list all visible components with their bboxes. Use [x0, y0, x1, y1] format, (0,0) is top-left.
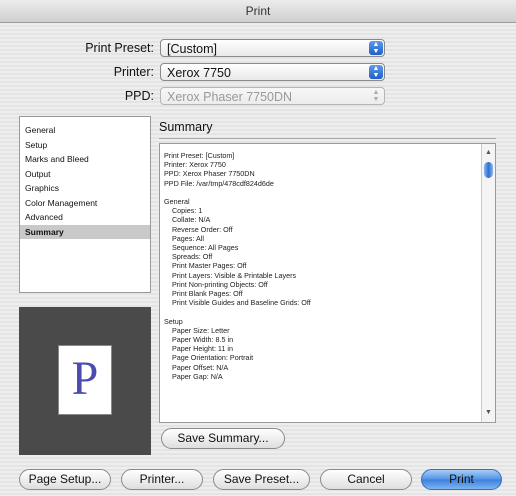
- ppd-value: Xerox Phaser 7750DN: [167, 90, 293, 104]
- category-list: General Setup Marks and Bleed Output Gra…: [19, 116, 151, 293]
- ppd-row: PPD:: [0, 86, 154, 106]
- summary-text-area[interactable]: Print Preset: [Custom] Printer: Xerox 77…: [159, 143, 496, 423]
- preview-letter: P: [71, 352, 99, 405]
- ppd-label: PPD:: [124, 89, 154, 103]
- page-setup-button[interactable]: Page Setup...: [19, 469, 111, 490]
- printer-row: Printer:: [0, 62, 154, 82]
- sidebar-item-summary[interactable]: Summary: [20, 224, 150, 239]
- panel-heading: Summary: [159, 120, 213, 134]
- sidebar-item-color-management[interactable]: Color Management: [20, 196, 150, 211]
- cancel-button[interactable]: Cancel: [320, 469, 412, 490]
- save-summary-button[interactable]: Save Summary...: [161, 428, 285, 449]
- printer-label: Printer:: [113, 65, 154, 79]
- scroll-thumb[interactable]: [484, 162, 493, 178]
- summary-text: Print Preset: [Custom] Printer: Xerox 77…: [164, 151, 311, 381]
- sidebar-item-output[interactable]: Output: [20, 167, 150, 182]
- save-preset-button[interactable]: Save Preset...: [213, 469, 310, 490]
- page-preview: P: [19, 307, 151, 455]
- preview-page: P: [58, 345, 112, 415]
- popup-arrows-icon: ▲ ▼: [369, 41, 383, 55]
- printer-button[interactable]: Printer...: [121, 469, 203, 490]
- print-preset-value: [Custom]: [167, 42, 218, 56]
- sidebar-item-advanced[interactable]: Advanced: [20, 210, 150, 225]
- popup-arrows-icon: ▲ ▼: [372, 89, 380, 103]
- sidebar-item-graphics[interactable]: Graphics: [20, 181, 150, 196]
- popup-arrows-icon: ▲ ▼: [369, 65, 383, 79]
- summary-scrollbar[interactable]: ▲ ▼: [481, 144, 495, 422]
- heading-divider: [159, 138, 496, 139]
- print-preset-label: Print Preset:: [85, 41, 154, 55]
- scroll-up-icon[interactable]: ▲: [482, 148, 495, 158]
- sidebar-item-marks-and-bleed[interactable]: Marks and Bleed: [20, 152, 150, 167]
- sidebar-item-general[interactable]: General: [20, 123, 150, 138]
- print-preset-popup[interactable]: [Custom] ▲ ▼: [160, 39, 385, 57]
- print-preset-row: Print Preset:: [0, 38, 154, 58]
- printer-popup[interactable]: Xerox 7750 ▲ ▼: [160, 63, 385, 81]
- print-button[interactable]: Print: [421, 469, 502, 490]
- printer-value: Xerox 7750: [167, 66, 231, 80]
- scroll-down-icon[interactable]: ▼: [482, 408, 495, 418]
- sidebar-item-setup[interactable]: Setup: [20, 138, 150, 153]
- ppd-popup: Xerox Phaser 7750DN ▲ ▼: [160, 87, 385, 105]
- window-title: Print: [0, 0, 516, 23]
